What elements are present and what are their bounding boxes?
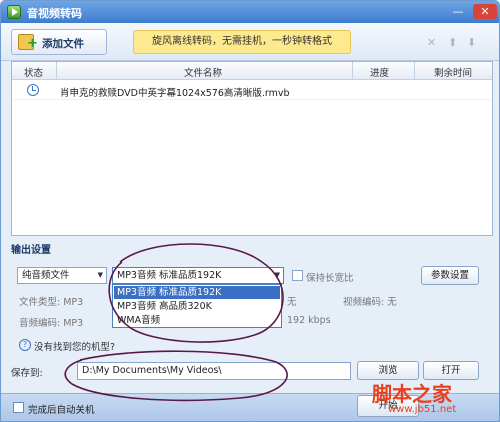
add-file-label: 添加文件 <box>42 38 84 50</box>
watermark-url: www.jb51.net <box>388 404 457 415</box>
toolbar: 添加文件 旋风离线转码，无需挂机，一秒钟转格式 ✕ ⬆ ⬇ <box>1 23 499 61</box>
save-to-label: 保存到: <box>11 368 43 379</box>
audio-codec-info: 音频编码: MP3 <box>19 318 84 329</box>
converter-window: 音视频转码 — ✕ 添加文件 旋风离线转码，无需挂机，一秒钟转格式 ✕ ⬆ ⬇ … <box>0 0 500 422</box>
save-path-input[interactable]: D:\My Documents\My Videos\ <box>77 362 351 380</box>
column-status[interactable]: 状态 <box>24 65 43 79</box>
minimize-button[interactable]: — <box>449 4 467 19</box>
column-divider <box>352 62 353 80</box>
chevron-down-icon: ▼ <box>97 271 103 279</box>
output-type-value: 纯音频文件 <box>22 270 70 281</box>
output-settings-title: 输出设置 <box>11 245 51 256</box>
column-divider <box>414 62 415 80</box>
preset-option[interactable]: MP3音频 标准品质192K <box>114 286 280 299</box>
video-codec-info: 视频编码: 无 <box>343 297 397 308</box>
column-divider <box>56 62 57 80</box>
preset-dropdown-list: MP3音频 标准品质192K MP3音频 高品质320K WMA音频 <box>112 284 282 328</box>
preset-select[interactable]: MP3音频 标准品质192K ▼ <box>112 267 284 284</box>
folder-add-icon <box>18 34 38 50</box>
file-table[interactable]: 状态 文件名称 进度 剩余时间 肖申克的救赎DVD中英字幕1024x576高清晰… <box>11 61 493 236</box>
watermark-logo-text: 脚本之家 <box>372 382 452 406</box>
column-name[interactable]: 文件名称 <box>184 65 222 79</box>
find-device-link[interactable]: 没有找到您的机型? <box>34 339 115 353</box>
column-remaining[interactable]: 剩余时间 <box>434 65 472 79</box>
chevron-down-icon: ▼ <box>274 271 280 279</box>
preset-option[interactable]: MP3音频 高品质320K <box>114 300 280 313</box>
preset-option[interactable]: WMA音频 <box>114 314 280 327</box>
clock-icon <box>27 84 39 96</box>
resolution-info: 无 <box>287 297 297 308</box>
file-name: 肖申克的救赎DVD中英字幕1024x576高清晰版.rmvb <box>60 88 290 99</box>
column-progress[interactable]: 进度 <box>370 65 389 79</box>
question-icon: ? <box>19 339 31 351</box>
title-bar[interactable]: 音视频转码 — ✕ <box>1 1 499 23</box>
app-icon <box>7 5 21 19</box>
auto-shutdown-checkbox[interactable] <box>13 402 24 413</box>
preset-value: MP3音频 标准品质192K <box>117 270 222 281</box>
window-title: 音视频转码 <box>27 7 82 20</box>
file-type-info: 文件类型: MP3 <box>19 297 84 308</box>
table-row[interactable]: 肖申克的救赎DVD中英字幕1024x576高清晰版.rmvb <box>12 81 492 100</box>
param-settings-button[interactable]: 参数设置 <box>421 266 479 285</box>
keep-ratio-label: 保持长宽比 <box>306 273 354 284</box>
delete-icon[interactable]: ✕ <box>427 36 436 49</box>
close-button[interactable]: ✕ <box>473 4 497 19</box>
output-type-select[interactable]: 纯音频文件 ▼ <box>17 267 107 284</box>
promo-banner[interactable]: 旋风离线转码，无需挂机，一秒钟转格式 <box>133 30 351 54</box>
bitrate-info: 192 kbps <box>287 315 331 326</box>
move-up-icon[interactable]: ⬆ <box>448 36 457 49</box>
auto-shutdown-label: 完成后自动关机 <box>28 405 95 416</box>
keep-ratio-checkbox[interactable] <box>292 270 303 281</box>
move-down-icon[interactable]: ⬇ <box>467 36 476 49</box>
table-header: 状态 文件名称 进度 剩余时间 <box>12 62 492 80</box>
add-file-button[interactable]: 添加文件 <box>11 29 107 55</box>
